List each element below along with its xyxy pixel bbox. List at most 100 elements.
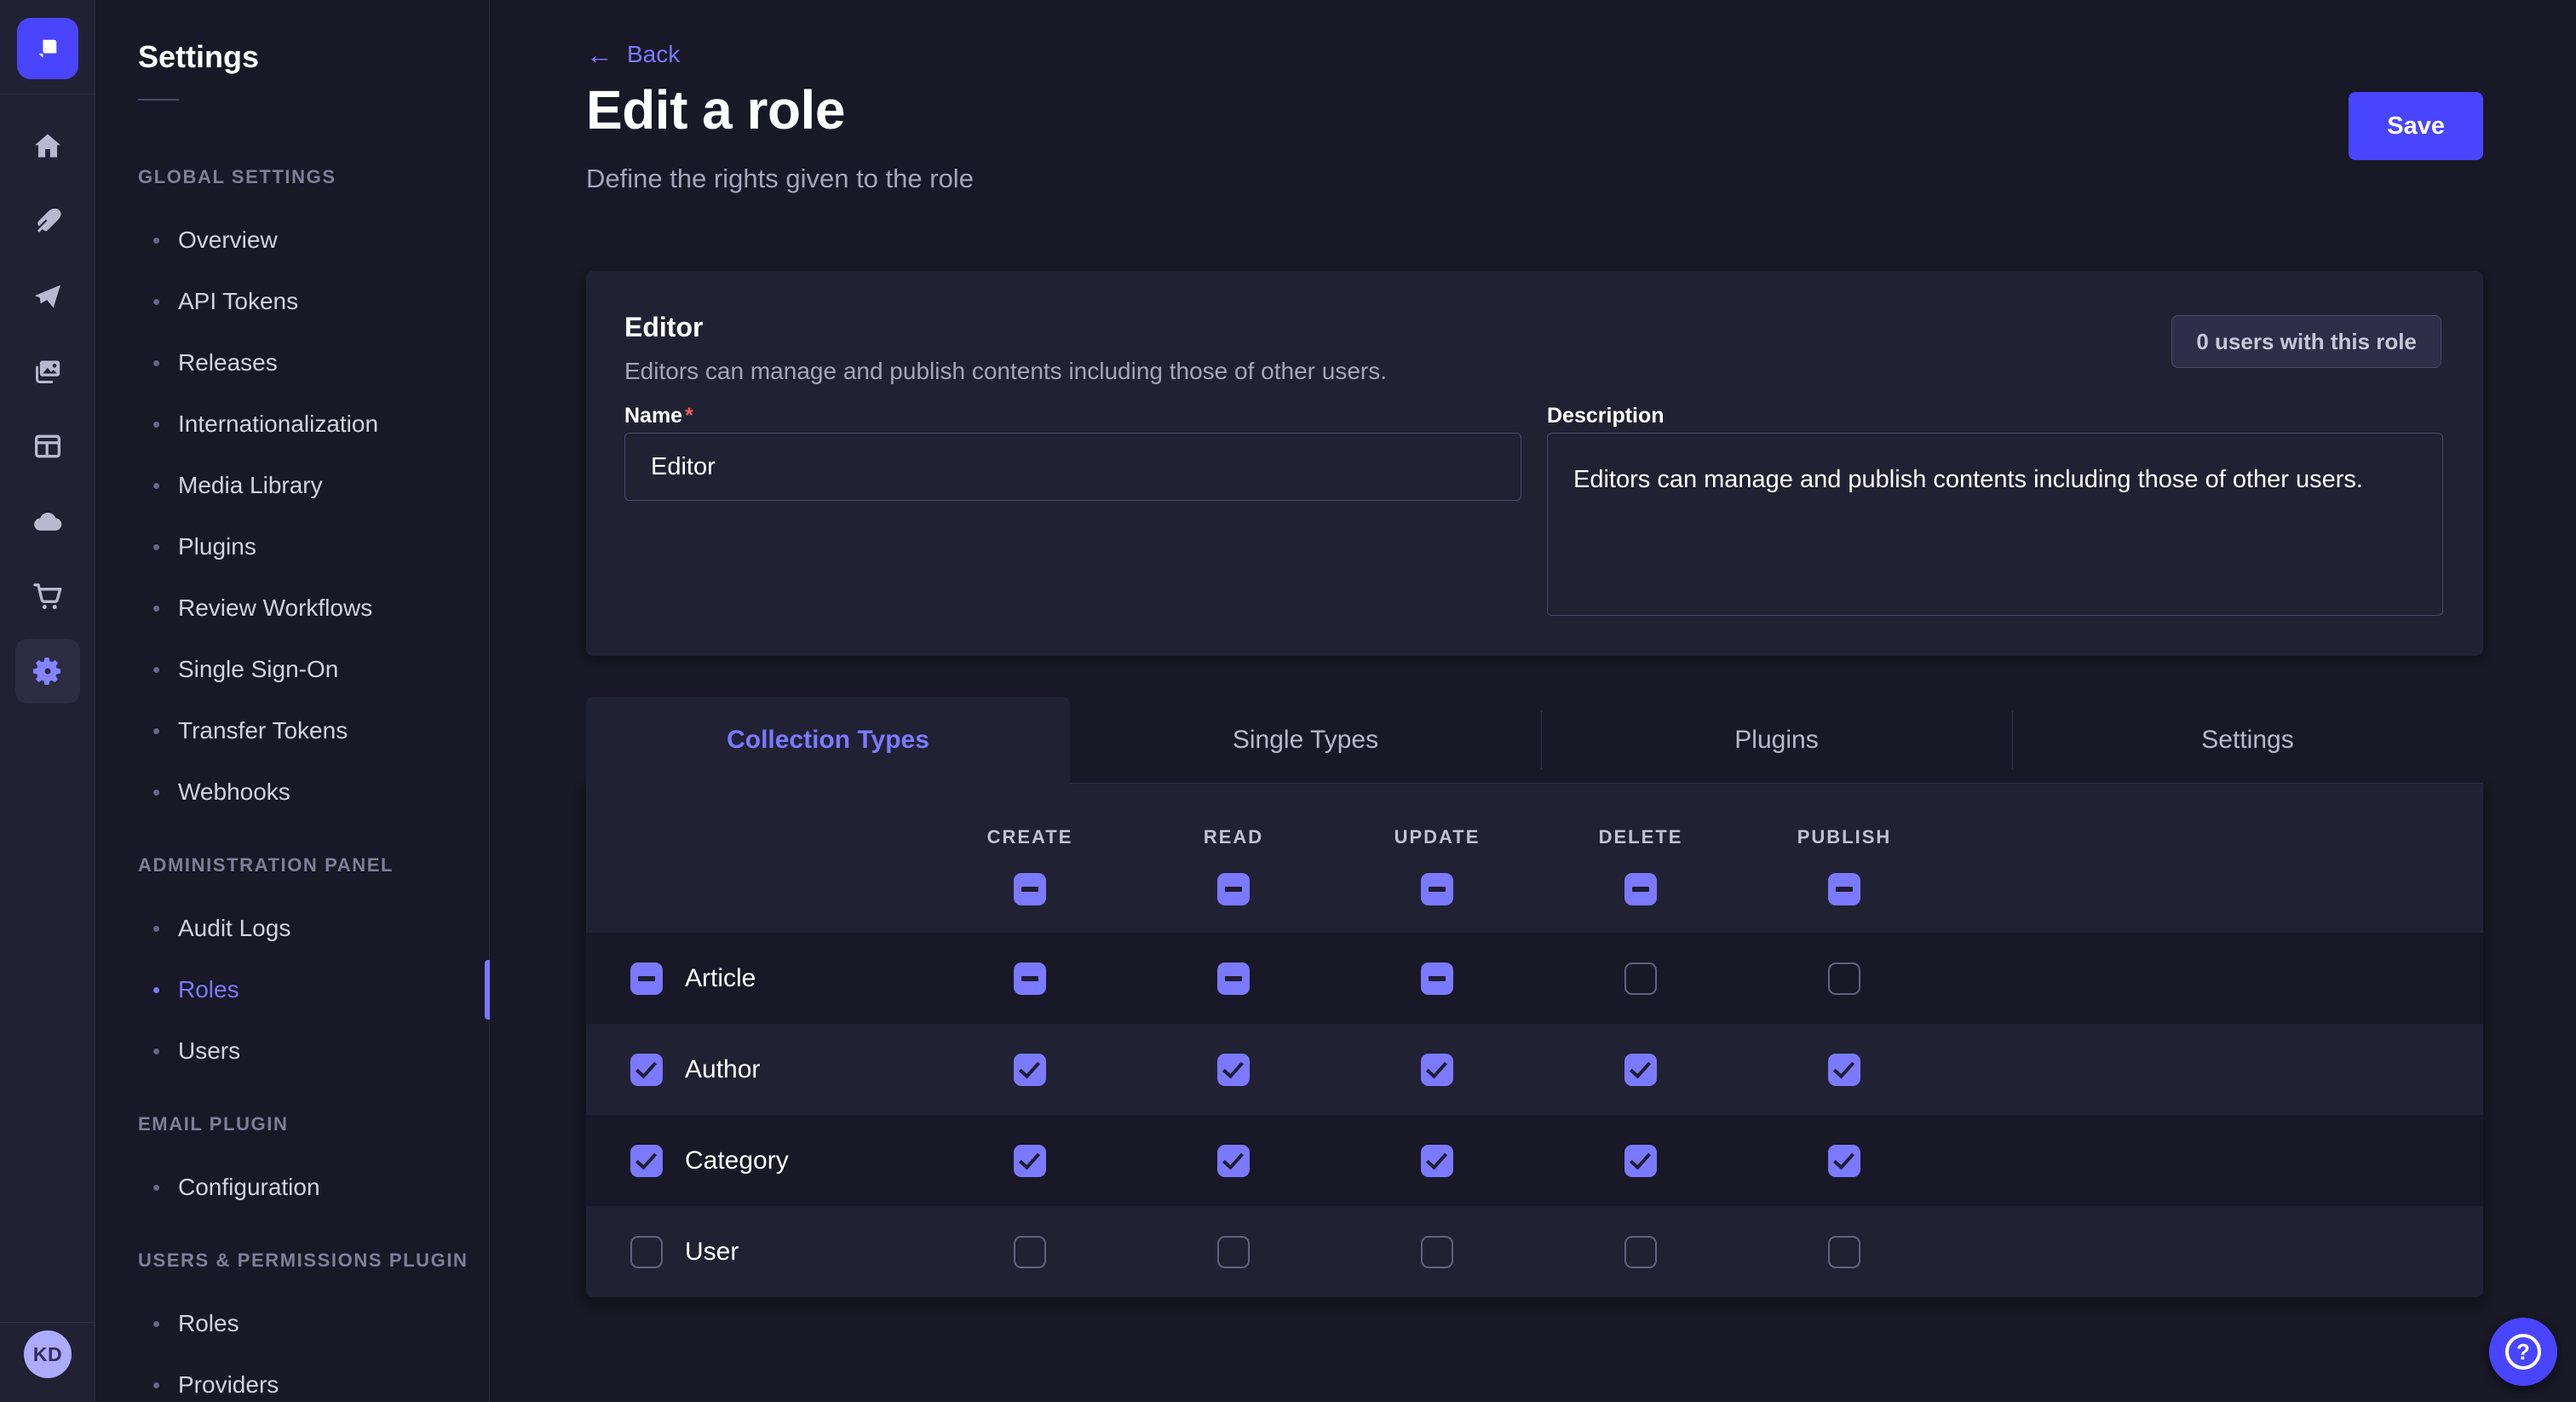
sidebar-item-internationalization[interactable]: Internationalization [138,394,489,455]
author-create-checkbox[interactable] [1014,1054,1046,1086]
sidebar-item-users[interactable]: Users [138,1020,489,1082]
row-checkbox-article[interactable] [630,962,663,995]
nav-deploy[interactable] [0,259,95,334]
back-link[interactable]: ← Back [586,41,680,68]
column-header-update: UPDATE [1394,826,1481,848]
name-field[interactable] [624,433,1521,501]
help-button[interactable]: ? [2489,1318,2557,1386]
bullet-icon [153,1049,159,1054]
user-publish-checkbox[interactable] [1828,1236,1860,1268]
sidebar-item-webhooks[interactable]: Webhooks [138,761,489,823]
user-avatar[interactable]: KD [24,1330,72,1378]
table-row-article: Article [586,933,2483,1024]
section-users-permissions-plugin: USERS & PERMISSIONS PLUGIN [138,1238,489,1283]
nav-content-type-builder[interactable] [0,184,95,259]
sidebar-item-configuration[interactable]: Configuration [138,1157,489,1218]
name-label: Name* [624,404,693,428]
author-update-checkbox[interactable] [1421,1054,1453,1086]
permissions-table: CREATE READ UPDATE DELETE PUBLISH Articl… [586,784,2483,1297]
sidebar-item-review-workflows[interactable]: Review Workflows [138,577,489,639]
user-delete-checkbox[interactable] [1624,1236,1657,1268]
row-checkbox-user[interactable] [630,1236,663,1268]
select-all-delete-checkbox[interactable] [1624,873,1657,905]
select-all-create-checkbox[interactable] [1014,873,1046,905]
users-with-role-button[interactable]: 0 users with this role [2171,315,2441,368]
sidebar-item-media-library[interactable]: Media Library [138,455,489,516]
column-header-create: CREATE [987,826,1073,848]
user-update-checkbox[interactable] [1421,1236,1453,1268]
gear-icon [31,654,65,688]
article-read-checkbox[interactable] [1217,962,1250,995]
sidebar-item-audit-logs[interactable]: Audit Logs [138,898,489,959]
bullet-icon [153,926,159,932]
category-publish-checkbox[interactable] [1828,1145,1860,1177]
sidebar-item-transfer-tokens[interactable]: Transfer Tokens [138,700,489,761]
category-update-checkbox[interactable] [1421,1145,1453,1177]
save-button[interactable]: Save [2349,92,2483,160]
bullet-icon [153,790,159,796]
bullet-icon [153,360,159,366]
tab-single-types[interactable]: Single Types [1070,697,1541,784]
shopping-cart-icon [31,579,65,613]
row-checkbox-author[interactable] [630,1054,663,1086]
nav-home[interactable] [0,109,95,184]
strapi-logo[interactable] [17,18,78,79]
article-publish-checkbox[interactable] [1828,962,1860,995]
category-delete-checkbox[interactable] [1624,1145,1657,1177]
category-read-checkbox[interactable] [1217,1145,1250,1177]
required-asterisk: * [685,404,693,428]
section-administration-panel: ADMINISTRATION PANEL [138,843,489,888]
user-create-checkbox[interactable] [1014,1236,1046,1268]
nav-content-manager[interactable] [0,409,95,484]
images-icon [31,354,65,388]
permissions-panel: Collection Types Single Types Plugins Se… [586,697,2483,1297]
sidebar-item-providers[interactable]: Providers [138,1354,489,1402]
page-title: Edit a role [586,78,845,141]
sidebar-item-releases[interactable]: Releases [138,332,489,394]
sidebar-item-plugins[interactable]: Plugins [138,516,489,577]
settings-menu: GLOBAL SETTINGS Overview API Tokens Rele… [138,135,489,1402]
author-publish-checkbox[interactable] [1828,1054,1860,1086]
paper-plane-icon [31,279,65,313]
cloud-icon [31,504,65,538]
back-arrow-icon: ← [586,41,613,68]
sidebar-item-single-sign-on[interactable]: Single Sign-On [138,639,489,700]
article-create-checkbox[interactable] [1014,962,1046,995]
select-all-publish-checkbox[interactable] [1828,873,1860,905]
nav-marketplace[interactable] [0,559,95,634]
avatar-initials: KD [33,1343,62,1366]
bullet-icon [153,1321,159,1327]
page-subtitle: Define the rights given to the role [586,164,974,194]
tab-plugins[interactable]: Plugins [1541,697,2012,784]
user-read-checkbox[interactable] [1217,1236,1250,1268]
bullet-icon [153,299,159,305]
nav-media-library[interactable] [0,334,95,409]
select-all-update-checkbox[interactable] [1421,873,1453,905]
sidebar-item-overview[interactable]: Overview [138,210,489,271]
nav-settings[interactable] [0,634,95,709]
select-all-read-checkbox[interactable] [1217,873,1250,905]
article-update-checkbox[interactable] [1421,962,1453,995]
author-read-checkbox[interactable] [1217,1054,1250,1086]
table-row-category: Category [586,1115,2483,1206]
column-header-publish: PUBLISH [1797,826,1892,848]
nav-cloud[interactable] [0,484,95,559]
author-delete-checkbox[interactable] [1624,1054,1657,1086]
back-label: Back [627,41,680,68]
article-delete-checkbox[interactable] [1624,962,1657,995]
table-row-user: User [586,1206,2483,1297]
category-create-checkbox[interactable] [1014,1145,1046,1177]
sidebar-item-roles-admin[interactable]: Roles [138,959,489,1020]
role-description-heading: Editors can manage and publish contents … [624,358,1387,385]
description-field[interactable]: Editors can manage and publish contents … [1547,433,2443,616]
sidebar-item-api-tokens[interactable]: API Tokens [138,271,489,332]
row-label: Article [685,964,756,993]
tab-settings[interactable]: Settings [2012,697,2483,784]
row-label: Category [685,1146,789,1175]
bullet-icon [153,544,159,550]
tab-collection-types[interactable]: Collection Types [586,697,1070,784]
sidebar-item-roles-up[interactable]: Roles [138,1293,489,1354]
row-checkbox-category[interactable] [630,1145,663,1177]
divider [0,1322,95,1323]
question-mark-icon: ? [2505,1334,2541,1370]
